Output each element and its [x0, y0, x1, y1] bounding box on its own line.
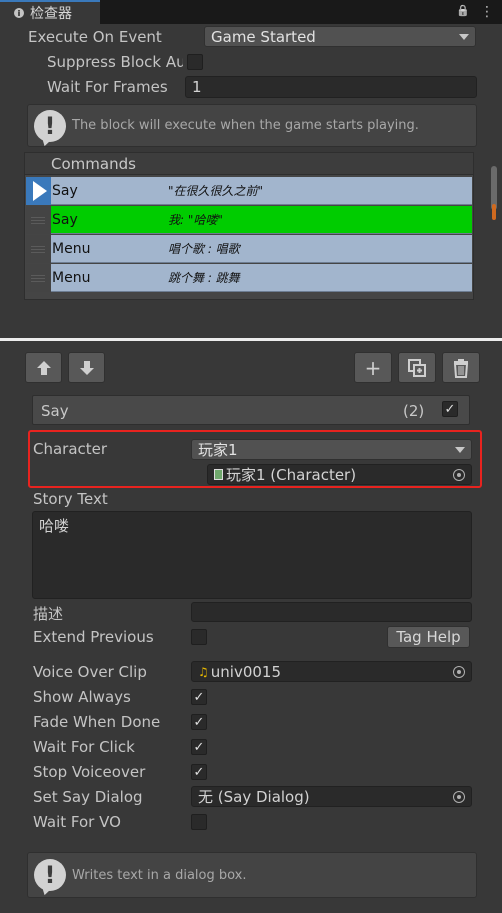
say-help-text: Writes text in a dialog box. [72, 867, 247, 883]
suppress-block-label: Suppress Block Au [47, 53, 183, 71]
speech-bubble-icon: ! [34, 109, 66, 142]
command-row[interactable]: Menu 跳个舞 : 跳舞 [26, 264, 472, 292]
set-say-dialog-label: Set Say Dialog [33, 788, 143, 806]
audio-clip-icon: ♫ [198, 664, 209, 679]
command-name: Say [52, 212, 78, 228]
wait-for-frames-input[interactable]: 1 [185, 76, 477, 98]
description-label: 描述 [33, 605, 64, 623]
show-always-label: Show Always [33, 688, 131, 706]
delete-command-button[interactable] [442, 352, 480, 383]
selected-marker-icon [26, 177, 51, 205]
add-command-button[interactable]: + [354, 352, 392, 383]
stop-voiceover-checkbox[interactable]: ✓ [191, 764, 207, 780]
show-always-checkbox[interactable]: ✓ [191, 689, 207, 705]
say-help-box: ! Writes text in a dialog box. [27, 852, 477, 898]
voice-over-clip-label: Voice Over Clip [33, 663, 147, 681]
chevron-down-icon [459, 33, 469, 40]
execute-on-event-label: Execute On Event [28, 28, 162, 46]
panel-divider[interactable] [0, 338, 502, 341]
trash-icon [453, 358, 469, 378]
command-row[interactable]: Say "在很久很久之前" [26, 177, 472, 205]
description-input[interactable] [191, 602, 472, 622]
say-enabled-checkbox[interactable]: ✓ [442, 401, 458, 417]
wait-for-click-label: Wait For Click [33, 738, 135, 756]
move-down-button[interactable] [68, 352, 105, 383]
tag-help-button[interactable]: Tag Help [387, 626, 470, 648]
say-command-count: (2) [403, 402, 425, 420]
command-name: Menu [52, 241, 91, 257]
character-object-value: 玩家1 (Character) [226, 466, 357, 484]
fade-when-done-checkbox[interactable]: ✓ [191, 714, 207, 730]
story-text-area[interactable]: 哈喽 [32, 511, 472, 599]
object-picker-icon[interactable] [453, 469, 465, 481]
move-up-button[interactable] [25, 352, 62, 383]
chevron-down-icon [455, 446, 465, 453]
execute-on-event-dropdown[interactable]: Game Started [204, 26, 476, 47]
object-picker-icon[interactable] [453, 666, 465, 678]
command-name: Menu [52, 270, 91, 286]
duplicate-command-button[interactable] [398, 352, 436, 383]
plus-icon: + [364, 355, 382, 380]
say-command-header: Say (2) ✓ [32, 395, 470, 425]
inspector-tab-label: 检查器 [30, 6, 72, 22]
info-icon: i [14, 8, 24, 18]
command-summary: 唱个歌 : 唱歌 [168, 242, 240, 256]
character-asset-icon [214, 469, 223, 480]
drag-handle-icon[interactable] [26, 235, 51, 263]
arrow-down-icon [79, 360, 94, 375]
wait-for-vo-checkbox[interactable] [191, 814, 207, 830]
character-dropdown-value: 玩家1 [198, 441, 238, 459]
inspector-tab[interactable]: i 检查器 [0, 0, 100, 24]
voice-over-clip-field[interactable]: ♫ univ0015 [191, 661, 472, 682]
duplicate-icon [408, 358, 426, 377]
lock-icon[interactable]: 🔒 [456, 4, 470, 20]
stop-voiceover-label: Stop Voiceover [33, 763, 146, 781]
drag-handle-icon[interactable] [26, 206, 51, 234]
command-row[interactable]: Menu 唱个歌 : 唱歌 [26, 235, 472, 263]
wait-for-click-checkbox[interactable]: ✓ [191, 739, 207, 755]
command-summary: 我: "哈喽" [168, 213, 223, 227]
extend-previous-label: Extend Previous [33, 628, 154, 646]
scroll-marker [492, 204, 496, 220]
speech-bubble-icon: ! [34, 859, 66, 891]
extend-previous-checkbox[interactable] [191, 629, 207, 645]
character-label: Character [33, 440, 108, 458]
wait-for-vo-label: Wait For VO [33, 813, 121, 831]
set-say-dialog-field[interactable]: 无 (Say Dialog) [191, 786, 472, 807]
character-object-field[interactable]: 玩家1 (Character) [207, 464, 472, 485]
block-help-box: ! The block will execute when the game s… [27, 104, 477, 147]
say-command-title: Say [41, 402, 69, 420]
wait-for-frames-label: Wait For Frames [47, 78, 168, 96]
commands-header: Commands [25, 153, 473, 175]
object-picker-icon[interactable] [453, 791, 465, 803]
command-row[interactable]: Say 我: "哈喽" [26, 206, 472, 234]
inspector-scrollbar[interactable] [488, 152, 500, 300]
suppress-block-checkbox[interactable] [187, 54, 203, 70]
story-text-label: Story Text [33, 490, 108, 508]
set-say-dialog-value: 无 (Say Dialog) [198, 788, 310, 806]
character-dropdown[interactable]: 玩家1 [191, 439, 472, 460]
voice-over-clip-value: univ0015 [210, 662, 281, 681]
commands-list: Commands Say "在很久很久之前" Say 我: "哈喽" Menu … [24, 152, 474, 300]
command-name: Say [52, 183, 78, 199]
execute-on-event-value: Game Started [211, 27, 316, 46]
drag-handle-icon[interactable] [26, 264, 51, 292]
menu-icon[interactable]: ⋮ [480, 4, 494, 20]
block-help-text: The block will execute when the game sta… [72, 118, 419, 133]
command-summary: 跳个舞 : 跳舞 [168, 271, 240, 285]
window-controls: 🔒 ⋮ [456, 4, 494, 20]
fade-when-done-label: Fade When Done [33, 713, 161, 731]
arrow-up-icon [36, 360, 51, 375]
command-summary: "在很久很久之前" [168, 184, 264, 198]
